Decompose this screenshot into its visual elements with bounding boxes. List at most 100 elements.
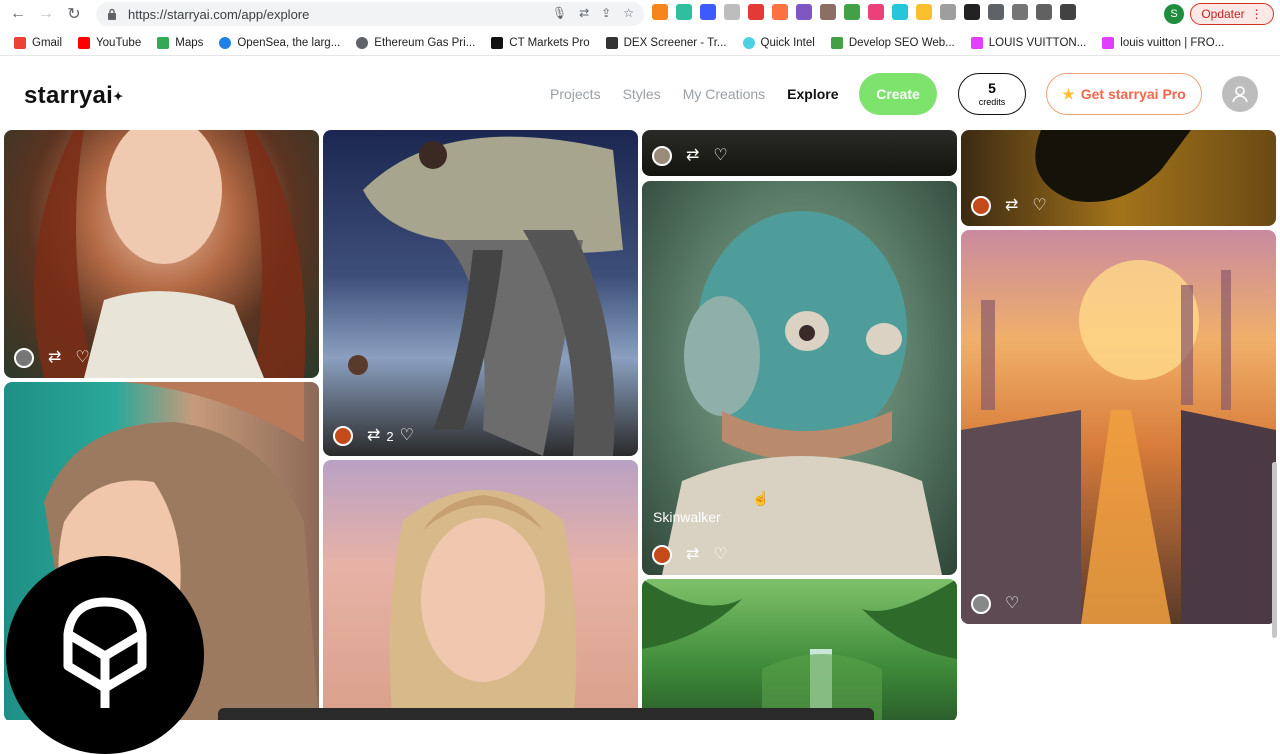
bookmark-item[interactable]: LOUIS VUITTON...	[970, 36, 1086, 49]
gallery-card[interactable]: ⇄ ♡	[961, 130, 1276, 226]
scrollbar-thumb[interactable]	[1272, 462, 1277, 638]
remix-icon[interactable]: ⇄	[367, 428, 380, 444]
creator-avatar[interactable]	[14, 348, 34, 368]
profile-avatar[interactable]: S	[1164, 4, 1184, 24]
forward-icon[interactable]: →	[32, 0, 60, 28]
bookmark-label: CT Markets Pro	[509, 36, 590, 49]
bookmark-label: Quick Intel	[760, 36, 815, 49]
bookmark-item[interactable]: YouTube	[78, 36, 141, 49]
card-actions: ⇄ ♡	[971, 196, 1047, 216]
bookmark-star-icon[interactable]: ☆	[623, 6, 634, 20]
extension-icon[interactable]	[676, 4, 692, 20]
lock-icon	[106, 8, 118, 20]
back-icon[interactable]: ←	[4, 0, 32, 28]
nav-styles[interactable]: Styles	[623, 86, 661, 102]
remix-count: 2	[386, 428, 394, 444]
gallery-card[interactable]: Skinwalker ⇄ ♡ ☝	[642, 181, 957, 575]
heart-icon[interactable]: ♡	[1032, 198, 1046, 214]
get-pro-label: Get starryai Pro	[1080, 86, 1186, 102]
heart-icon[interactable]: ♡	[75, 350, 89, 366]
city-sunset-artwork	[961, 260, 1276, 624]
extension-icon[interactable]	[916, 4, 932, 20]
remix-icon[interactable]: ⇄	[686, 148, 699, 164]
address-bar[interactable]: https://starryai.com/app/explore 🎙 ⇄ ⇪ ☆	[96, 2, 644, 26]
extension-icon[interactable]	[892, 4, 908, 20]
extension-icon[interactable]	[748, 4, 764, 20]
extension-icon[interactable]	[796, 4, 812, 20]
extension-icon[interactable]	[820, 4, 836, 20]
bookmark-label: Ethereum Gas Pri...	[374, 36, 476, 49]
credits-badge[interactable]: 5 credits	[958, 73, 1026, 115]
extension-icon[interactable]	[964, 4, 980, 20]
gallery-card[interactable]: ♡	[961, 230, 1276, 624]
maps-icon	[157, 36, 170, 49]
ethereum-icon	[356, 36, 369, 49]
starryai-logo[interactable]: starryai✦	[24, 82, 124, 110]
update-button[interactable]: Opdater ⋮	[1190, 3, 1274, 25]
side-panel-icon[interactable]	[1060, 4, 1076, 20]
extension-icon[interactable]	[724, 4, 740, 20]
bookmark-item[interactable]: Quick Intel	[742, 36, 815, 49]
translate-icon[interactable]: ⇄	[579, 6, 589, 20]
extension-icon[interactable]	[868, 4, 884, 20]
bookmark-item[interactable]: DEX Screener - Tr...	[605, 36, 727, 49]
card-title: Skinwalker	[653, 509, 721, 525]
gallery-card[interactable]: ⇄ 2 ♡	[323, 130, 638, 456]
nav-explore[interactable]: Explore	[787, 86, 838, 102]
creator-avatar[interactable]	[971, 594, 991, 614]
dex-screener-icon	[605, 36, 618, 49]
nav-projects[interactable]: Projects	[550, 86, 601, 102]
extension-icon[interactable]	[844, 4, 860, 20]
credits-count: 5	[988, 80, 996, 96]
bookmark-item[interactable]: OpenSea, the larg...	[219, 36, 340, 49]
create-button[interactable]: Create	[859, 73, 937, 115]
louis-vuitton-icon	[970, 36, 983, 49]
share-icon[interactable]: ⇪	[601, 6, 611, 20]
microphone-icon[interactable]: 🎙	[552, 6, 567, 20]
gallery-card[interactable]: ⇄ ♡	[4, 130, 319, 378]
remix-icon[interactable]: ⇄	[1005, 198, 1018, 214]
heart-icon[interactable]: ♡	[713, 148, 727, 164]
star-icon: ★	[1062, 85, 1075, 102]
bookmark-item[interactable]: Develop SEO Web...	[830, 36, 955, 49]
jungle-artwork	[642, 579, 957, 720]
reload-icon[interactable]: ↻	[60, 0, 88, 28]
extension-icon[interactable]	[700, 4, 716, 20]
bookmark-label: DEX Screener - Tr...	[623, 36, 727, 49]
card-actions: ⇄ ♡	[652, 146, 728, 166]
url-text: https://starryai.com/app/explore	[128, 6, 310, 22]
creator-avatar[interactable]	[652, 545, 672, 565]
remix-icon[interactable]: ⇄	[686, 547, 699, 563]
nav-my-creations[interactable]: My Creations	[683, 86, 765, 102]
gallery-card[interactable]	[642, 579, 957, 720]
bookmark-item[interactable]: Gmail	[14, 36, 62, 49]
sparkle-icon: ✦	[113, 89, 124, 104]
portrait-artwork	[34, 130, 306, 378]
user-avatar[interactable]	[1222, 76, 1258, 112]
gallery-card[interactable]: ⇄ ♡	[642, 130, 957, 176]
creator-avatar[interactable]	[652, 146, 672, 166]
creator-avatar[interactable]	[971, 196, 991, 216]
bookmark-item[interactable]: louis vuitton | FRO...	[1102, 36, 1224, 49]
creator-avatar[interactable]	[333, 426, 353, 446]
get-pro-button[interactable]: ★ Get starryai Pro	[1046, 73, 1202, 115]
metamask-icon[interactable]	[652, 4, 668, 20]
remix-icon[interactable]: ⇄	[48, 350, 61, 366]
app-header: starryai✦ Projects Styles My Creations E…	[0, 58, 1280, 130]
puzzle-icon[interactable]	[988, 4, 1004, 20]
mouse-cursor-icon: ☝	[752, 490, 770, 506]
heart-icon[interactable]: ♡	[713, 547, 727, 563]
heart-icon[interactable]: ♡	[400, 428, 414, 444]
bookmark-item[interactable]: CT Markets Pro	[491, 36, 590, 49]
bookmark-item[interactable]: Maps	[157, 36, 204, 49]
bookmark-label: Maps	[175, 36, 204, 49]
logo-text: starryai	[24, 82, 114, 109]
extension-icon[interactable]	[940, 4, 956, 20]
reading-list-icon[interactable]	[1012, 4, 1028, 20]
main-nav: Projects Styles My Creations Explore	[550, 86, 839, 102]
download-icon[interactable]	[1036, 4, 1052, 20]
heart-icon[interactable]: ♡	[1005, 596, 1019, 612]
bookmark-item[interactable]: Ethereum Gas Pri...	[356, 36, 476, 49]
gallery-card[interactable]	[323, 460, 638, 720]
extension-icon[interactable]	[772, 4, 788, 20]
